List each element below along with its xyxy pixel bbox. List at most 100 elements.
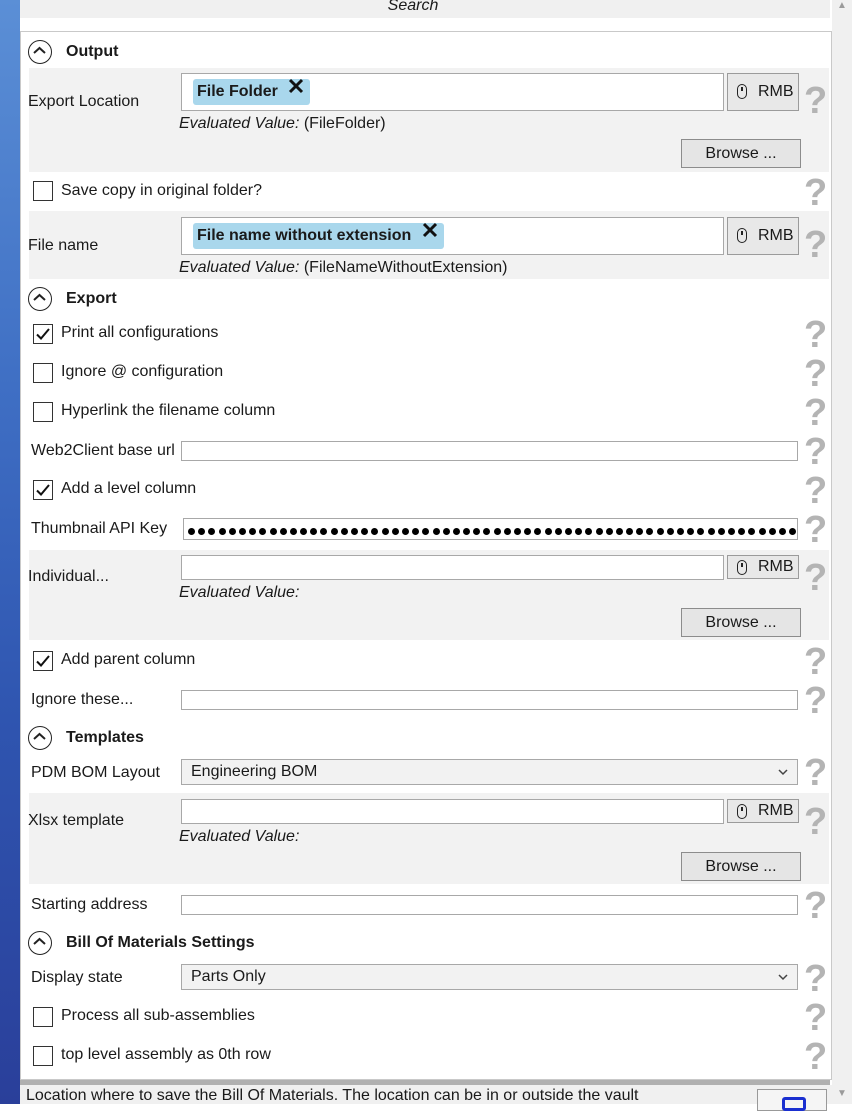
mask-dot xyxy=(422,528,430,535)
mask-dot xyxy=(279,528,287,535)
mouse-icon xyxy=(737,84,747,99)
help-icon[interactable]: ? xyxy=(804,226,827,264)
help-icon[interactable]: ? xyxy=(804,960,827,998)
token-chip-label: File Folder xyxy=(197,83,278,101)
scrollbar-thumb[interactable] xyxy=(835,18,849,984)
remove-token-icon[interactable] xyxy=(288,77,304,103)
help-icon[interactable]: ? xyxy=(804,82,827,120)
mask-dot xyxy=(514,528,521,535)
mask-dot xyxy=(564,528,572,535)
help-icon[interactable]: ? xyxy=(804,174,827,212)
help-icon[interactable]: ? xyxy=(804,999,827,1037)
export-location-field[interactable]: File Folder xyxy=(181,73,724,111)
scroll-up-arrow-icon[interactable]: ▲ xyxy=(837,0,847,11)
rmb-button-individual[interactable]: RMB xyxy=(727,555,799,579)
hyperlink-filename-checkbox[interactable] xyxy=(33,402,53,422)
mask-dot xyxy=(544,528,552,535)
save-copy-checkbox[interactable] xyxy=(33,181,53,201)
mask-dot xyxy=(656,528,664,535)
help-icon[interactable]: ? xyxy=(804,643,827,681)
display-state-select[interactable]: Parts Only xyxy=(181,964,798,990)
mask-dot xyxy=(707,528,715,535)
settings-panel: Output Export Location File Folder RMB ?… xyxy=(20,31,832,1080)
rmb-button-xlsx-template[interactable]: RMB xyxy=(727,799,799,823)
collapse-templates-icon[interactable] xyxy=(28,726,52,750)
mask-dot xyxy=(615,528,623,535)
web2client-url-input[interactable] xyxy=(181,441,798,461)
pdm-bom-layout-label: PDM BOM Layout xyxy=(31,764,160,781)
top-level-assembly-checkbox[interactable] xyxy=(33,1046,53,1066)
help-icon[interactable]: ? xyxy=(804,887,827,925)
section-title-templates: Templates xyxy=(66,729,144,746)
ignore-at-configuration-checkbox[interactable] xyxy=(33,363,53,383)
help-icon[interactable]: ? xyxy=(804,394,827,432)
help-icon[interactable]: ? xyxy=(804,803,827,841)
rmb-label: RMB xyxy=(758,802,794,819)
help-icon[interactable]: ? xyxy=(804,754,827,792)
mask-dot xyxy=(361,528,369,535)
help-icon[interactable]: ? xyxy=(804,682,827,720)
evaluated-label: Evaluated Value: xyxy=(179,828,300,845)
mask-dot xyxy=(595,528,603,535)
rmb-button-file-name[interactable]: RMB xyxy=(727,217,799,255)
mask-dot xyxy=(503,528,511,535)
search-bar[interactable]: Search xyxy=(20,0,830,18)
thumbnail-api-key-input[interactable] xyxy=(183,518,798,540)
remove-token-icon[interactable] xyxy=(422,221,438,247)
section-title-output: Output xyxy=(66,43,119,60)
section-title-bom-settings: Bill Of Materials Settings xyxy=(66,934,255,951)
collapse-bom-settings-icon[interactable] xyxy=(28,931,52,955)
mask-dot xyxy=(626,528,634,535)
starting-address-input[interactable] xyxy=(181,895,798,915)
process-sub-assemblies-checkbox[interactable] xyxy=(33,1007,53,1027)
mask-dot xyxy=(666,528,674,535)
mask-dot xyxy=(238,528,246,535)
rmb-button-export-location[interactable]: RMB xyxy=(727,73,799,111)
help-icon[interactable]: ? xyxy=(804,1038,827,1076)
evaluated-text: (FileNameWithoutExtension) xyxy=(303,259,508,276)
ignore-these-label: Ignore these... xyxy=(31,691,134,708)
help-icon[interactable]: ? xyxy=(804,511,827,549)
masked-value xyxy=(188,522,797,539)
mask-dot xyxy=(208,528,216,535)
browse-button-individual[interactable]: Browse ... xyxy=(681,608,801,637)
scroll-down-arrow-icon[interactable]: ▼ xyxy=(837,1088,847,1099)
rmb-label: RMB xyxy=(758,227,794,244)
help-icon[interactable]: ? xyxy=(804,355,827,393)
web2client-url-label: Web2Client base url xyxy=(31,442,175,459)
mask-dot xyxy=(351,528,358,535)
collapse-output-icon[interactable] xyxy=(28,40,52,64)
mask-dot xyxy=(452,528,460,535)
top-level-assembly-label: top level assembly as 0th row xyxy=(61,1046,271,1063)
mask-dot xyxy=(758,528,766,535)
collapse-export-icon[interactable] xyxy=(28,287,52,311)
mask-dot xyxy=(310,528,318,535)
mask-dot xyxy=(748,528,756,535)
add-parent-column-checkbox[interactable] xyxy=(33,651,53,671)
pdm-bom-layout-select[interactable]: Engineering BOM xyxy=(181,759,798,785)
token-chip-file-folder[interactable]: File Folder xyxy=(193,77,311,105)
selected-value: Parts Only xyxy=(191,968,266,985)
help-icon[interactable]: ? xyxy=(804,472,827,510)
help-icon[interactable]: ? xyxy=(804,316,827,354)
file-name-field[interactable]: File name without extension xyxy=(181,217,724,255)
mask-dot xyxy=(340,528,348,535)
vertical-scrollbar[interactable]: ▲ ▼ xyxy=(832,0,852,1104)
add-level-column-checkbox[interactable] xyxy=(33,480,53,500)
ignore-these-input[interactable] xyxy=(181,690,798,710)
help-icon[interactable]: ? xyxy=(804,559,827,597)
mask-dot xyxy=(269,528,277,535)
mask-dot xyxy=(697,528,705,535)
print-all-configurations-checkbox[interactable] xyxy=(33,324,53,344)
xlsx-template-input[interactable] xyxy=(181,799,724,824)
mask-dot xyxy=(687,528,695,535)
individual-input[interactable] xyxy=(181,555,724,580)
help-icon[interactable]: ? xyxy=(804,433,827,471)
browse-button-xlsx-template[interactable]: Browse ... xyxy=(681,852,801,881)
mask-dot xyxy=(330,528,338,535)
description-action-button[interactable] xyxy=(757,1089,827,1111)
mask-dot xyxy=(442,528,450,535)
browse-button-export-location[interactable]: Browse ... xyxy=(681,139,801,168)
token-chip-file-name[interactable]: File name without extension xyxy=(193,221,444,249)
section-title-export: Export xyxy=(66,290,117,307)
